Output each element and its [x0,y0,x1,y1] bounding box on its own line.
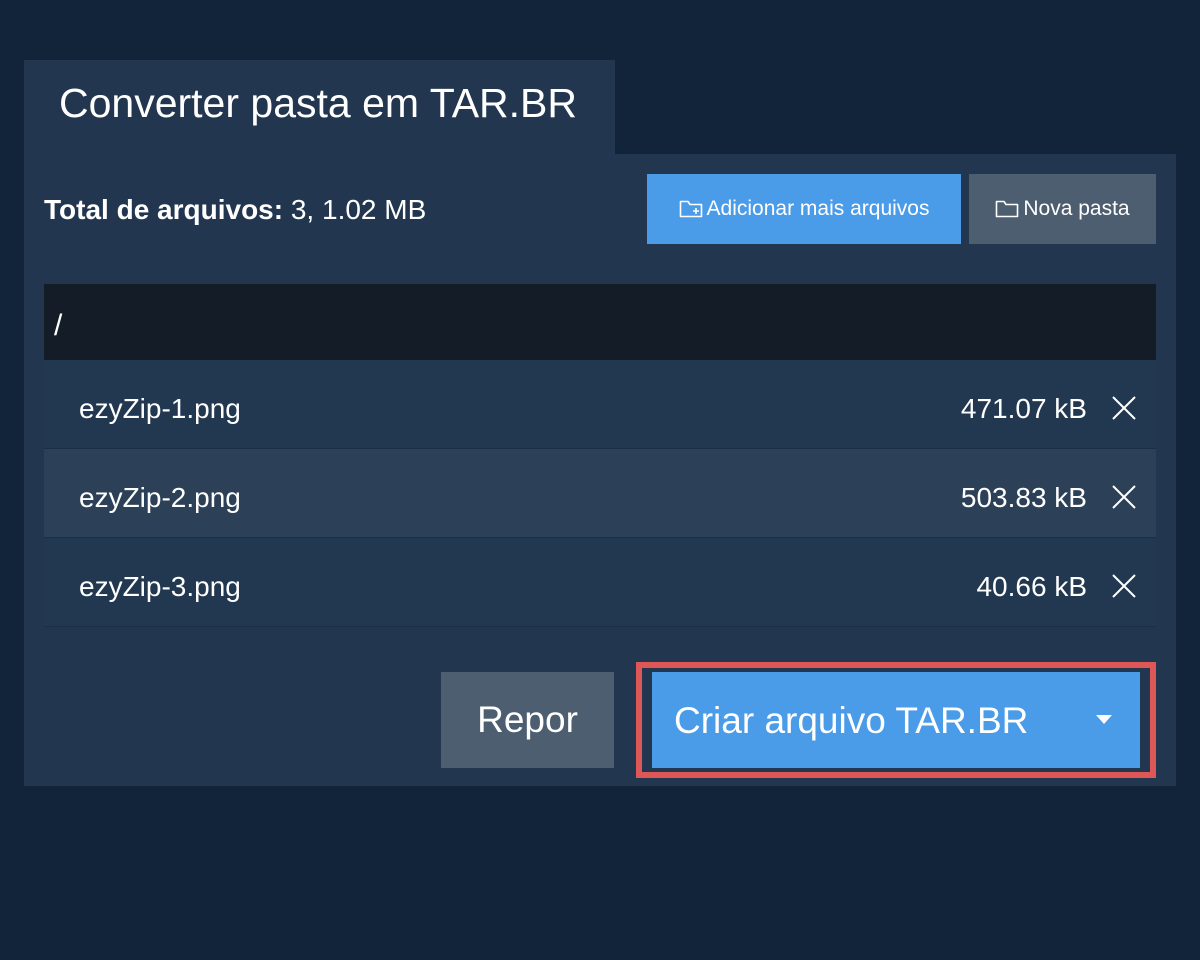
reset-label: Repor [477,699,578,740]
page-title: Converter pasta em TAR.BR [59,80,578,126]
close-icon[interactable] [1110,483,1138,511]
reset-button[interactable]: Repor [441,672,614,768]
converter-panel: Total de arquivos: 3, 1.02 MB Adicionar … [24,154,1176,786]
folder-plus-icon [679,200,702,218]
create-archive-label: Criar arquivo TAR.BR [674,700,1029,741]
total-files-label: Total de arquivos: [44,194,284,225]
new-folder-label: Nova pasta [1023,197,1130,220]
add-more-files-label: Adicionar mais arquivos [706,197,930,220]
file-list: ezyZip-1.png 471.07 kB ezyZip-2.png 503.… [44,360,1156,627]
file-row: ezyZip-1.png 471.07 kB [44,360,1156,449]
total-files-summary: Total de arquivos: 3, 1.02 MB [44,194,426,226]
caret-down-icon[interactable] [1096,715,1112,725]
current-path-bar: / [44,284,1156,360]
file-name: ezyZip-1.png [79,393,241,424]
file-size: 503.83 kB [960,482,1087,513]
tab-header: Converter pasta em TAR.BR [24,60,615,154]
close-icon[interactable] [1110,394,1138,422]
file-row: ezyZip-2.png 503.83 kB [44,449,1156,538]
close-icon[interactable] [1110,572,1138,600]
file-name: ezyZip-2.png [79,482,241,513]
add-more-files-button[interactable]: Adicionar mais arquivos [647,174,961,244]
current-path: / [54,309,63,342]
new-folder-button[interactable]: Nova pasta [969,174,1156,244]
folder-icon [996,200,1019,218]
create-archive-button[interactable]: Criar arquivo TAR.BR [652,672,1140,768]
file-row: ezyZip-3.png 40.66 kB [44,538,1156,627]
create-button-highlight: Criar arquivo TAR.BR [636,662,1156,778]
file-size: 40.66 kB [976,571,1087,602]
total-files-value: 3, 1.02 MB [290,194,427,225]
file-size: 471.07 kB [960,393,1087,424]
file-name: ezyZip-3.png [79,571,241,602]
